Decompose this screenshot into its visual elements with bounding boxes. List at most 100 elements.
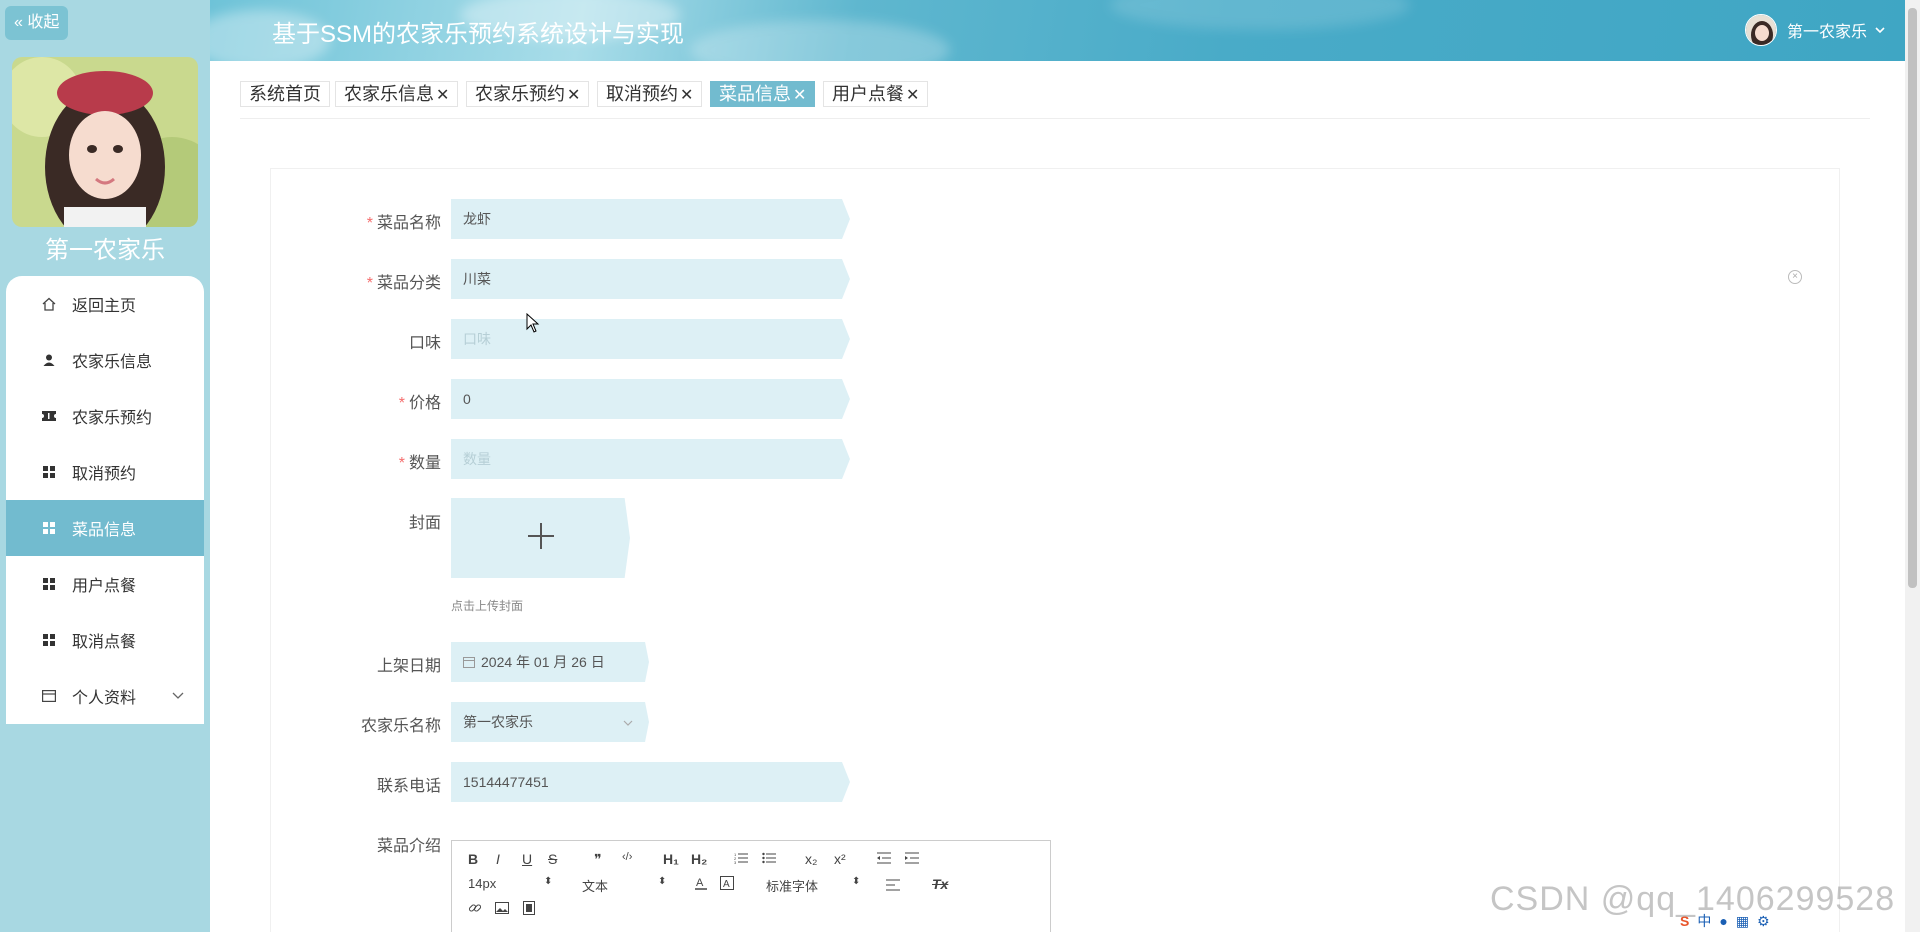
outdent-icon[interactable] [877,851,891,867]
calendar-icon [463,643,475,682]
close-icon[interactable]: ✕ [567,87,580,104]
align-left-icon[interactable] [886,878,900,894]
page-title: 基于SSM的农家乐预约系统设计与实现 [272,21,685,48]
category-label: * 菜品分类 [366,275,441,292]
svg-text:3: 3 [734,860,737,864]
tab-bar: 系统首页 农家乐信息 ✕ 农家乐预约 ✕ 取消预约 ✕ 菜品信息 ✕ 用户点餐 ✕ [240,79,1870,119]
ime-chinese-label[interactable]: 中 [1697,911,1711,931]
chevron-down-icon [1875,21,1885,39]
close-icon[interactable]: × [1788,270,1802,284]
cover-upload-button[interactable] [451,498,630,578]
code-block-button[interactable]: ‹/› [622,851,632,863]
tab-dish-info[interactable]: 菜品信息 ✕ [710,81,816,107]
ordered-list-icon[interactable]: 123 [734,851,748,867]
mic-icon[interactable]: ● [1719,913,1727,929]
font-size-select[interactable]: 14px ⬍ [468,876,552,891]
category-input[interactable]: 川菜 [451,259,850,299]
tab-cancel-booking[interactable]: 取消预约 ✕ [597,81,703,107]
quantity-input[interactable]: 数量 [451,439,850,479]
mouse-cursor-icon [526,312,540,338]
chevron-down-icon [623,702,633,742]
user-icon [38,352,60,368]
tab-farm-info[interactable]: 农家乐信息 ✕ [335,81,459,107]
cover-label: 封面 [408,515,441,532]
chevron-down-icon[interactable] [172,687,184,705]
plus-icon [527,522,555,555]
collapse-button[interactable]: « 收起 [5,6,69,40]
taste-label: 口味 [408,335,441,352]
indent-icon[interactable] [905,851,919,867]
sidebar-item-label: 农家乐预约 [72,410,153,427]
sidebar-item-farm-info[interactable]: 农家乐信息 [6,332,204,388]
grid-icon [38,632,60,648]
sidebar-item-profile[interactable]: 个人资料 [6,668,204,724]
close-icon[interactable]: ✕ [906,87,919,104]
bold-button[interactable]: B [468,851,478,867]
sidebar-item-cancel-booking[interactable]: 取消预约 [6,444,204,500]
superscript-button[interactable]: x² [834,851,846,867]
user-menu[interactable]: 第一农家乐 [1744,14,1885,46]
profile-icon [38,688,60,704]
sidebar-item-label: 取消点餐 [72,634,137,651]
taste-input[interactable]: 口味 [451,319,850,359]
top-header: 基于SSM的农家乐预约系统设计与实现 第一农家乐 [210,0,1905,61]
sidebar-item-dish-info[interactable]: 菜品信息 [6,500,204,556]
tab-user-order[interactable]: 用户点餐 ✕ [823,81,929,107]
rich-text-editor[interactable]: B I U S ❞ ‹/› H₁ H₂ 123 x₂ x² 14px ⬍ 文本 ⬍ … [451,840,1051,932]
paragraph-select[interactable]: 文本 ⬍ [582,876,666,895]
sidebar-item-label: 用户点餐 [72,578,137,595]
sidebar-item-farm-booking[interactable]: 农家乐预约 [6,388,204,444]
underline-button[interactable]: U [522,851,532,867]
avatar [12,57,198,227]
settings-icon[interactable]: ⚙ [1757,913,1770,930]
dish-name-label: * 菜品名称 [366,215,441,232]
blockquote-button[interactable]: ❞ [594,851,602,868]
date-picker[interactable]: 2024 年 01 月 26 日 [451,642,649,682]
ime-icon[interactable]: S [1680,913,1689,929]
quantity-label: * 数量 [398,455,441,472]
sidebar-item-label: 取消预约 [72,466,137,483]
price-input[interactable]: 0 [451,379,850,419]
bullet-list-icon[interactable] [762,851,776,867]
grid-icon [38,576,60,592]
sidebar-item-label: 农家乐信息 [72,354,153,371]
svg-text:A: A [723,879,730,890]
keyboard-icon[interactable]: ▦ [1736,913,1749,930]
header-username: 第一农家乐 [1786,24,1867,41]
sidebar-item-home[interactable]: 返回主页 [6,276,204,332]
background-color-icon[interactable]: A [720,876,734,893]
clear-format-button[interactable]: Tx [932,876,948,892]
h2-button[interactable]: H₂ [691,851,707,867]
ticket-icon [38,408,60,424]
sidebar-item-user-order[interactable]: 用户点餐 [6,556,204,612]
link-icon[interactable] [468,901,482,918]
image-icon[interactable] [495,901,509,917]
text-color-icon[interactable]: A [694,876,708,893]
italic-button[interactable]: I [496,851,500,867]
strike-button[interactable]: S [548,851,557,867]
sidebar-username: 第一农家乐 [45,237,165,264]
sidebar-item-label: 菜品信息 [72,522,137,539]
tab-farm-booking[interactable]: 农家乐预约 ✕ [466,81,590,107]
grid-icon [38,520,60,536]
upload-tip: 点击上传封面 [451,599,524,613]
close-icon[interactable]: ✕ [793,87,806,104]
phone-input[interactable]: 15144477451 [451,762,850,802]
scrollbar-thumb[interactable] [1908,8,1917,588]
scrollbar[interactable] [1905,0,1920,932]
h1-button[interactable]: H₁ [663,851,679,867]
sidebar-item-cancel-order[interactable]: 取消点餐 [6,612,204,668]
font-family-select[interactable]: 标准字体 ⬍ [766,876,860,895]
avatar [1744,14,1777,46]
dish-name-input[interactable]: 龙虾 [451,199,850,239]
video-icon[interactable] [523,901,535,918]
tab-home[interactable]: 系统首页 [240,81,330,107]
close-icon[interactable]: ✕ [436,87,449,104]
close-icon[interactable]: ✕ [680,87,693,104]
subscript-button[interactable]: x₂ [805,851,817,867]
system-tray: S 中 ● ▦ ⚙ [1680,910,1905,932]
farm-name-select[interactable]: 第一农家乐 [451,702,649,742]
date-label: 上架日期 [376,658,441,675]
intro-label: 菜品介绍 [376,838,441,855]
farm-name-label: 农家乐名称 [360,718,441,735]
